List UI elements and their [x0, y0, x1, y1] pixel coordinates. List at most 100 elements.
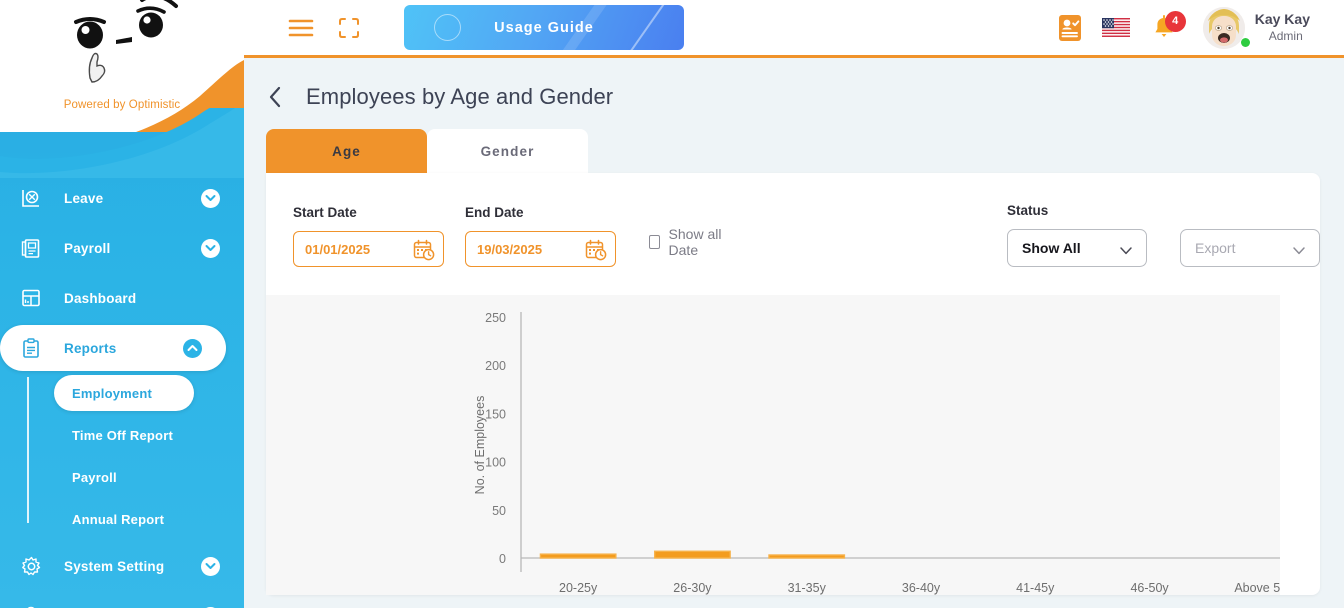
usage-guide-banner[interactable]: Usage Guide — [404, 5, 684, 50]
sidebar-item-label: Leave — [48, 191, 201, 206]
avatar — [1203, 7, 1245, 49]
start-date-input[interactable]: 01/01/2025 — [293, 231, 444, 267]
chevron-down-icon[interactable] — [201, 239, 220, 258]
sidebar-item-reports[interactable]: Reports — [0, 325, 226, 371]
chevron-down-icon — [1119, 243, 1133, 259]
tab-bar: Age Gender — [266, 129, 1344, 173]
reports-icon — [14, 338, 48, 359]
sidebar-menu: Leave Payroll Dashboard — [0, 175, 244, 608]
svg-text:50: 50 — [492, 504, 506, 518]
chart-panel: 050100150200250No. of Employees20-25y26-… — [266, 295, 1280, 595]
svg-text:41-45y: 41-45y — [1016, 581, 1055, 595]
end-date-input[interactable]: 19/03/2025 — [465, 231, 616, 267]
status-select[interactable]: Show All — [1007, 229, 1147, 267]
usage-guide-slash-decoration — [620, 5, 673, 50]
tab-age[interactable]: Age — [266, 129, 427, 173]
sidebar-item-label: System Setting — [48, 559, 201, 574]
start-date-label: Start Date — [293, 205, 444, 220]
page-title: Employees by Age and Gender — [306, 84, 613, 110]
sidebar-item-payroll[interactable]: Payroll — [0, 225, 244, 271]
usage-guide-circle-decoration — [434, 14, 461, 41]
sidebar-subitem-label: Time Off Report — [72, 428, 173, 443]
sidebar-item-label: Payroll — [48, 241, 201, 256]
sidebar-item-dashboard[interactable]: Dashboard — [0, 275, 244, 321]
notification-badge: 4 — [1165, 11, 1186, 32]
gear-icon — [14, 556, 48, 577]
notification-bell[interactable]: 4 — [1151, 13, 1177, 43]
filter-bar: Start Date 01/01/2025 End Date 19/03/202… — [266, 173, 1320, 267]
show-all-date-row[interactable]: Show all Date — [649, 226, 730, 258]
user-role: Admin — [1269, 29, 1303, 44]
chevron-left-icon[interactable] — [268, 86, 288, 108]
svg-text:No. of Employees: No. of Employees — [473, 396, 487, 495]
export-select[interactable]: Export — [1180, 229, 1320, 267]
svg-text:100: 100 — [485, 456, 506, 470]
end-date-group: End Date 19/03/2025 — [465, 205, 616, 267]
sidebar: Powered by Optimistic Leave — [0, 0, 244, 608]
svg-text:36-40y: 36-40y — [902, 581, 941, 595]
export-placeholder-label: Export — [1195, 240, 1235, 256]
sidebar-subitem-payroll[interactable]: Payroll — [54, 459, 244, 495]
sidebar-subitem-time-off-report[interactable]: Time Off Report — [54, 417, 244, 453]
svg-text:46-50y: 46-50y — [1130, 581, 1169, 595]
end-date-value: 19/03/2025 — [477, 242, 542, 257]
end-date-label: End Date — [465, 205, 616, 220]
show-all-date-label: Show all Date — [669, 226, 730, 258]
svg-text:0: 0 — [499, 552, 506, 566]
status-label: Status — [1007, 203, 1147, 218]
start-date-group: Start Date 01/01/2025 — [293, 205, 444, 267]
us-flag-icon[interactable] — [1102, 18, 1130, 37]
user-text-block: Kay Kay Admin — [1255, 11, 1310, 45]
svg-text:26-30y: 26-30y — [673, 581, 712, 595]
sidebar-subitem-label: Annual Report — [72, 512, 164, 527]
svg-text:250: 250 — [485, 311, 506, 325]
calendar-clock-icon[interactable] — [585, 239, 607, 264]
leave-icon — [14, 188, 48, 208]
sidebar-subitem-employment[interactable]: Employment — [54, 375, 194, 411]
tab-label: Gender — [481, 144, 535, 159]
profile-list-icon[interactable] — [1059, 15, 1081, 41]
app-root: Powered by Optimistic Leave — [0, 0, 1344, 608]
user-profile-block[interactable]: Kay Kay Admin — [1203, 7, 1310, 49]
svg-text:20-25y: 20-25y — [559, 581, 598, 595]
show-all-date-checkbox[interactable] — [649, 235, 660, 249]
page-header: Employees by Age and Gender — [244, 58, 1344, 110]
chevron-up-icon[interactable] — [183, 339, 202, 358]
chevron-down-icon[interactable] — [201, 189, 220, 208]
sidebar-item-label: Reports — [48, 341, 183, 356]
report-card: Start Date 01/01/2025 End Date 19/03/202… — [266, 173, 1320, 595]
fullscreen-icon[interactable] — [336, 15, 362, 41]
sidebar-subitem-label: Employment — [72, 386, 152, 401]
sidebar-item-leave[interactable]: Leave — [0, 175, 244, 221]
start-date-value: 01/01/2025 — [305, 242, 370, 257]
main-area: Usage Guide — [244, 0, 1344, 608]
status-value: Show All — [1022, 240, 1081, 256]
payroll-icon — [14, 238, 48, 259]
calendar-clock-icon[interactable] — [413, 239, 435, 264]
sidebar-subitem-annual-report[interactable]: Annual Report — [54, 501, 244, 537]
tab-label: Age — [332, 144, 361, 159]
sidebar-curve-decoration — [0, 108, 244, 178]
sidebar-item-system-setting[interactable]: System Setting — [0, 543, 244, 589]
export-group: Export — [1180, 229, 1320, 267]
topbar-right-group: 4 — [1038, 7, 1344, 49]
chevron-down-icon — [1292, 243, 1306, 259]
user-name: Kay Kay — [1255, 11, 1310, 29]
tab-gender[interactable]: Gender — [427, 129, 588, 173]
sidebar-item-self-service[interactable]: Self Service — [0, 593, 244, 608]
user-role-row: Admin — [1255, 29, 1310, 44]
chevron-down-icon[interactable] — [201, 557, 220, 576]
topbar: Usage Guide — [244, 0, 1344, 58]
sidebar-submenu-reports: Employment Time Off Report Payroll Annua… — [27, 375, 244, 537]
hamburger-icon[interactable] — [288, 17, 314, 39]
usage-guide-label: Usage Guide — [494, 20, 594, 36]
online-status-dot — [1241, 38, 1250, 47]
sidebar-item-label: Dashboard — [48, 291, 244, 306]
svg-text:200: 200 — [485, 359, 506, 373]
sidebar-subitem-label: Payroll — [72, 470, 117, 485]
status-group: Status Show All — [1007, 203, 1147, 267]
svg-text:31-35y: 31-35y — [788, 581, 827, 595]
employees-by-age-bar-chart[interactable]: 050100150200250No. of Employees20-25y26-… — [266, 295, 1280, 595]
svg-text:Above 50y: Above 50y — [1234, 581, 1280, 595]
dashboard-icon — [14, 288, 48, 308]
